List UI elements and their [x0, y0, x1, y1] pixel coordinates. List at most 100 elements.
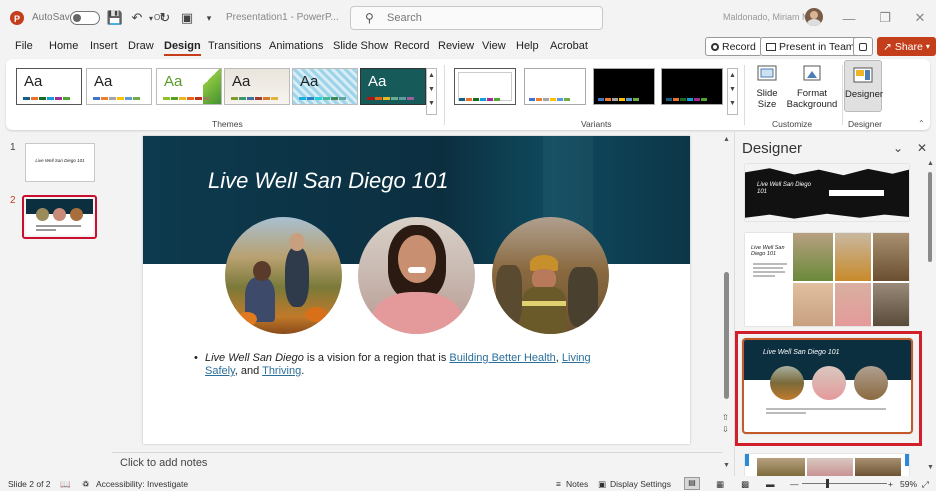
tab-record[interactable]: Record: [394, 40, 429, 52]
photo-pumpkin-patch[interactable]: [225, 217, 342, 334]
minimize-icon[interactable]: —: [840, 9, 858, 27]
zoom-level[interactable]: 59%: [900, 479, 917, 489]
close-icon[interactable]: ✕: [911, 9, 929, 27]
chevron-down-icon[interactable]: ▼: [427, 83, 436, 97]
customize-qat-icon[interactable]: ▾: [200, 9, 218, 27]
tab-insert[interactable]: Insert: [90, 40, 118, 52]
zoom-out-icon[interactable]: —: [790, 479, 799, 489]
chevron-down-icon: ▾: [925, 42, 930, 51]
presentation-icon[interactable]: ▣: [178, 9, 196, 27]
slideshow-view-icon[interactable]: ▬: [766, 479, 775, 489]
themes-scroll[interactable]: ▲ ▼ ▼: [426, 68, 437, 115]
more-variants-icon[interactable]: ▼: [728, 97, 737, 111]
scrollbar-thumb[interactable]: [724, 272, 729, 399]
theme-office[interactable]: Aa: [16, 68, 82, 105]
chevron-up-icon[interactable]: ▲: [728, 69, 737, 83]
designer-scroll-down-icon[interactable]: ▼: [927, 464, 934, 471]
scroll-up-icon[interactable]: ▲: [723, 136, 730, 143]
previous-slide-icon[interactable]: ⇧: [722, 413, 729, 422]
fit-to-window-icon[interactable]: ⤢: [922, 479, 929, 490]
slide-title[interactable]: Live Well San Diego 101: [208, 168, 449, 194]
chevron-up-icon[interactable]: ▲: [427, 69, 436, 83]
share-button[interactable]: ↗ Share ▾: [877, 37, 936, 56]
format-background-button[interactable]: Format Background: [786, 63, 838, 110]
designer-scrollbar-thumb[interactable]: [928, 172, 932, 262]
theme-facet[interactable]: Aa: [156, 68, 222, 105]
variant-4[interactable]: [661, 68, 723, 105]
slide-thumbnail-2[interactable]: [22, 195, 97, 239]
theme-office-2[interactable]: Aa: [86, 68, 152, 105]
notes-icon[interactable]: ≡: [556, 479, 561, 489]
tab-file[interactable]: File: [15, 40, 33, 52]
teams-icon: [766, 42, 776, 51]
present-in-teams-button[interactable]: Present in Teams: [760, 37, 866, 56]
tab-acrobat[interactable]: Acrobat: [550, 40, 588, 52]
normal-view-icon[interactable]: ▤: [684, 477, 700, 490]
slide-scrollbar[interactable]: ▲ ⇧ ⇩ ▼: [722, 136, 731, 474]
bullet-emphasis: Live Well San Diego: [205, 352, 304, 364]
tab-transitions[interactable]: Transitions: [208, 40, 261, 52]
variant-3[interactable]: [593, 68, 655, 105]
reading-view-icon[interactable]: ▩: [741, 479, 749, 490]
photo-smiling-woman[interactable]: [358, 217, 475, 334]
collapse-ribbon-icon[interactable]: ⌃: [918, 119, 925, 128]
design-idea-1[interactable]: Live Well San Diego 101: [745, 164, 909, 221]
search-box[interactable]: ⚲ Search: [350, 6, 603, 30]
autosave-toggle[interactable]: Off: [70, 11, 165, 25]
svg-text:P: P: [14, 14, 20, 24]
restore-icon[interactable]: ❐: [876, 9, 894, 27]
design-idea-2[interactable]: Live Well San Diego 101: [745, 233, 909, 326]
tab-slide-show[interactable]: Slide Show: [333, 40, 388, 52]
designer-ribbon-button[interactable]: Designer: [844, 60, 883, 112]
tab-view[interactable]: View: [482, 40, 506, 52]
accessibility-icon[interactable]: ♽: [82, 479, 90, 490]
tab-animations[interactable]: Animations: [269, 40, 323, 52]
spelling-icon[interactable]: 📖: [60, 479, 71, 490]
save-icon[interactable]: 💾: [106, 9, 124, 27]
record-button[interactable]: Record: [705, 37, 762, 56]
notes-pane[interactable]: Click to add notes: [112, 452, 722, 474]
next-slide-icon[interactable]: ⇩: [722, 425, 729, 434]
scroll-down-icon[interactable]: ▼: [723, 462, 730, 469]
chevron-down-icon[interactable]: ⌄: [893, 141, 903, 155]
tab-draw[interactable]: Draw: [128, 40, 154, 52]
slide-sorter-icon[interactable]: ▦: [716, 479, 724, 490]
design-idea-4[interactable]: [745, 454, 909, 477]
designer-title: Designer: [742, 140, 803, 157]
display-settings-button[interactable]: Display Settings: [610, 479, 671, 489]
slide-canvas[interactable]: Live Well San Diego 101 • Live Well San …: [143, 136, 690, 444]
theme-organic[interactable]: Aa: [224, 68, 290, 105]
zoom-slider[interactable]: [802, 479, 887, 488]
tab-design[interactable]: Design: [164, 40, 201, 56]
comments-button[interactable]: [853, 37, 873, 56]
designer-scroll-up-icon[interactable]: ▲: [927, 160, 934, 167]
chevron-down-icon[interactable]: ▼: [728, 83, 737, 97]
slide-size-button[interactable]: Slide Size: [752, 63, 782, 110]
slide-bullet-text[interactable]: • Live Well San Diego is a vision for a …: [194, 352, 625, 378]
user-name[interactable]: Maldonado, Miriam M: [723, 12, 810, 22]
accessibility-status[interactable]: Accessibility: Investigate: [96, 479, 188, 489]
avatar[interactable]: [805, 8, 823, 26]
more-themes-icon[interactable]: ▼: [427, 97, 436, 111]
tab-help[interactable]: Help: [516, 40, 539, 52]
link-building-better-health[interactable]: Building Better Health: [449, 352, 555, 364]
variant-2[interactable]: [524, 68, 586, 105]
theme-ion[interactable]: Aa: [292, 68, 358, 105]
variants-scroll[interactable]: ▲ ▼ ▼: [727, 68, 738, 115]
photo-firefighters[interactable]: [492, 217, 609, 334]
designer-icon: [852, 64, 874, 86]
close-icon[interactable]: ✕: [917, 141, 927, 155]
document-title[interactable]: Presentation1 - PowerP...: [226, 12, 339, 23]
redo-icon[interactable]: ↻: [156, 9, 174, 27]
variant-1[interactable]: [454, 68, 516, 105]
display-settings-icon[interactable]: ▣: [598, 479, 606, 490]
tab-home[interactable]: Home: [49, 40, 78, 52]
theme-ion-boardroom[interactable]: Aa: [360, 68, 426, 105]
notes-button[interactable]: Notes: [566, 479, 588, 489]
zoom-slider-thumb[interactable]: [826, 479, 829, 488]
zoom-in-icon[interactable]: +: [888, 479, 893, 489]
tab-review[interactable]: Review: [438, 40, 474, 52]
design-idea-3[interactable]: Live Well San Diego 101: [742, 338, 913, 434]
link-thriving[interactable]: Thriving: [262, 365, 301, 377]
slide-thumbnail-1[interactable]: Live Well San Diego 101: [25, 143, 95, 182]
